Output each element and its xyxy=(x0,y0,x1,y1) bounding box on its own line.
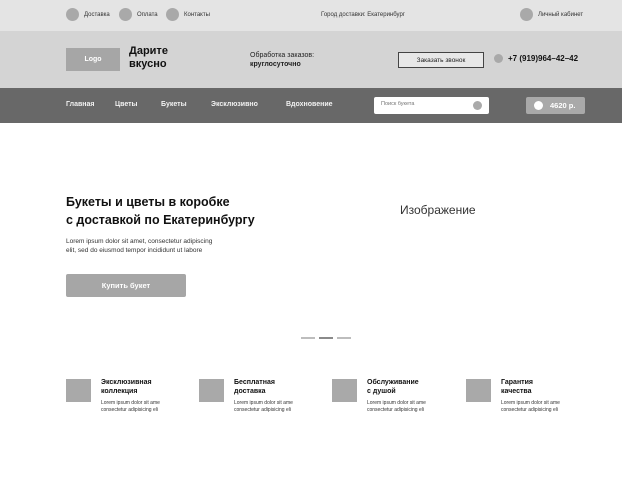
feature-title-line: доставка xyxy=(234,388,266,395)
brand-line: вкусно xyxy=(129,58,167,70)
search-icon[interactable] xyxy=(473,101,482,110)
hero-title: Букеты и цветы в коробке с доставкой по … xyxy=(66,193,326,229)
topbar-link-contacts[interactable]: Контакты xyxy=(166,8,210,21)
header: Logo Дарите вкусно Обработка заказов: кр… xyxy=(0,31,622,88)
slide-dot-active[interactable] xyxy=(319,337,333,339)
phone-icon xyxy=(494,54,503,63)
hero-image-placeholder: Изображение xyxy=(400,203,476,217)
search-input[interactable] xyxy=(381,101,471,107)
feature-title: Обслуживание с душой xyxy=(367,378,447,396)
nav-item-inspiration[interactable]: Вдохновение xyxy=(286,101,333,108)
topbar-link-delivery[interactable]: Доставка xyxy=(66,8,110,21)
feature-title: Гарантия качества xyxy=(501,378,581,396)
hero-text-line: Lorem ipsum dolor sit amet, consectetur … xyxy=(66,238,213,245)
feature-text: Lorem ipsum dolor sit ame consectetur ad… xyxy=(234,400,314,413)
topbar-link-payment[interactable]: Оплата xyxy=(119,8,158,21)
topbar-link-label: Доставка xyxy=(84,11,110,18)
feature-text-line: consectetur adipisicing eli xyxy=(101,406,158,413)
nav-item-bouquets[interactable]: Букеты xyxy=(161,101,187,108)
feature-title: Бесплатная доставка xyxy=(234,378,314,396)
feature-text: Lorem ipsum dolor sit ame consectetur ad… xyxy=(367,400,447,413)
feature-title-line: Бесплатная xyxy=(234,379,275,386)
account-link[interactable]: Личный кабинет xyxy=(520,8,583,21)
logo[interactable]: Logo xyxy=(66,48,120,71)
phone-number: +7 (919)964–42–42 xyxy=(508,54,579,63)
hours-value: круглосуточно xyxy=(250,61,301,68)
feature-title-line: с душой xyxy=(367,388,396,395)
nav-item-home[interactable]: Главная xyxy=(66,101,94,108)
phone-link[interactable]: +7 (919)964–42–42 xyxy=(494,54,578,63)
feature-title-line: Эксклюзивная xyxy=(101,379,152,386)
nav-item-flowers[interactable]: Цветы xyxy=(115,101,138,108)
slider-pager xyxy=(301,337,355,339)
account-label: Личный кабинет xyxy=(538,11,584,18)
top-bar: Доставка Оплата Контакты Город доставки:… xyxy=(0,0,622,31)
feature-quality: Гарантия качества Lorem ipsum dolor sit … xyxy=(466,378,596,418)
feature-free-delivery: Бесплатная доставка Lorem ipsum dolor si… xyxy=(199,378,329,418)
feature-image xyxy=(466,379,491,402)
cart-button[interactable]: 4620 р. xyxy=(526,97,585,114)
delivery-icon xyxy=(66,8,79,21)
feature-text: Lorem ipsum dolor sit ame consectetur ad… xyxy=(501,400,581,413)
feature-image xyxy=(332,379,357,402)
slide-dot[interactable] xyxy=(337,337,351,339)
hero-title-line: Букеты и цветы в коробке xyxy=(66,195,230,209)
buy-bouquet-button[interactable]: Купить букет xyxy=(66,274,186,297)
callback-button[interactable]: Заказать звонок xyxy=(398,52,484,68)
brand-name: Дарите вкусно xyxy=(129,45,199,71)
cart-icon xyxy=(534,101,543,110)
user-icon xyxy=(520,8,533,21)
feature-title-line: коллекция xyxy=(101,388,138,395)
slide-dot[interactable] xyxy=(301,337,315,339)
brand-line: Дарите xyxy=(129,45,168,57)
topbar-link-label: Оплата xyxy=(137,11,158,18)
feature-image xyxy=(199,379,224,402)
feature-title: Эксклюзивная коллекция xyxy=(101,378,181,396)
topbar-link-label: Контакты xyxy=(184,11,210,18)
feature-image xyxy=(66,379,91,402)
feature-exclusive: Эксклюзивная коллекция Lorem ipsum dolor… xyxy=(66,378,196,418)
search-box xyxy=(374,97,489,114)
feature-title-line: Обслуживание xyxy=(367,379,419,386)
delivery-city[interactable]: Город доставки: Екатеринбург xyxy=(321,12,405,18)
feature-title-line: качества xyxy=(501,388,532,395)
order-hours: Обработка заказов: круглосуточно xyxy=(250,51,314,69)
hero-description: Lorem ipsum dolor sit amet, consectetur … xyxy=(66,237,266,255)
feature-text-line: consectetur adipisicing eli xyxy=(367,406,424,413)
payment-icon xyxy=(119,8,132,21)
contacts-icon xyxy=(166,8,179,21)
feature-text-line: consectetur adipisicing eli xyxy=(234,406,291,413)
feature-text: Lorem ipsum dolor sit ame consectetur ad… xyxy=(101,400,181,413)
hours-label: Обработка заказов: xyxy=(250,52,315,59)
nav-item-exclusive[interactable]: Эксклюзивно xyxy=(211,101,258,108)
cart-total: 4620 р. xyxy=(550,101,576,110)
feature-service: Обслуживание с душой Lorem ipsum dolor s… xyxy=(332,378,462,418)
hero-text-line: elit, sed do eiusmod tempor incididunt u… xyxy=(66,247,203,254)
main-nav: Главная Цветы Букеты Эксклюзивно Вдохнов… xyxy=(0,88,622,123)
feature-text-line: consectetur adipisicing eli xyxy=(501,406,558,413)
hero-title-line: с доставкой по Екатеринбургу xyxy=(66,213,255,227)
feature-title-line: Гарантия xyxy=(501,379,533,386)
